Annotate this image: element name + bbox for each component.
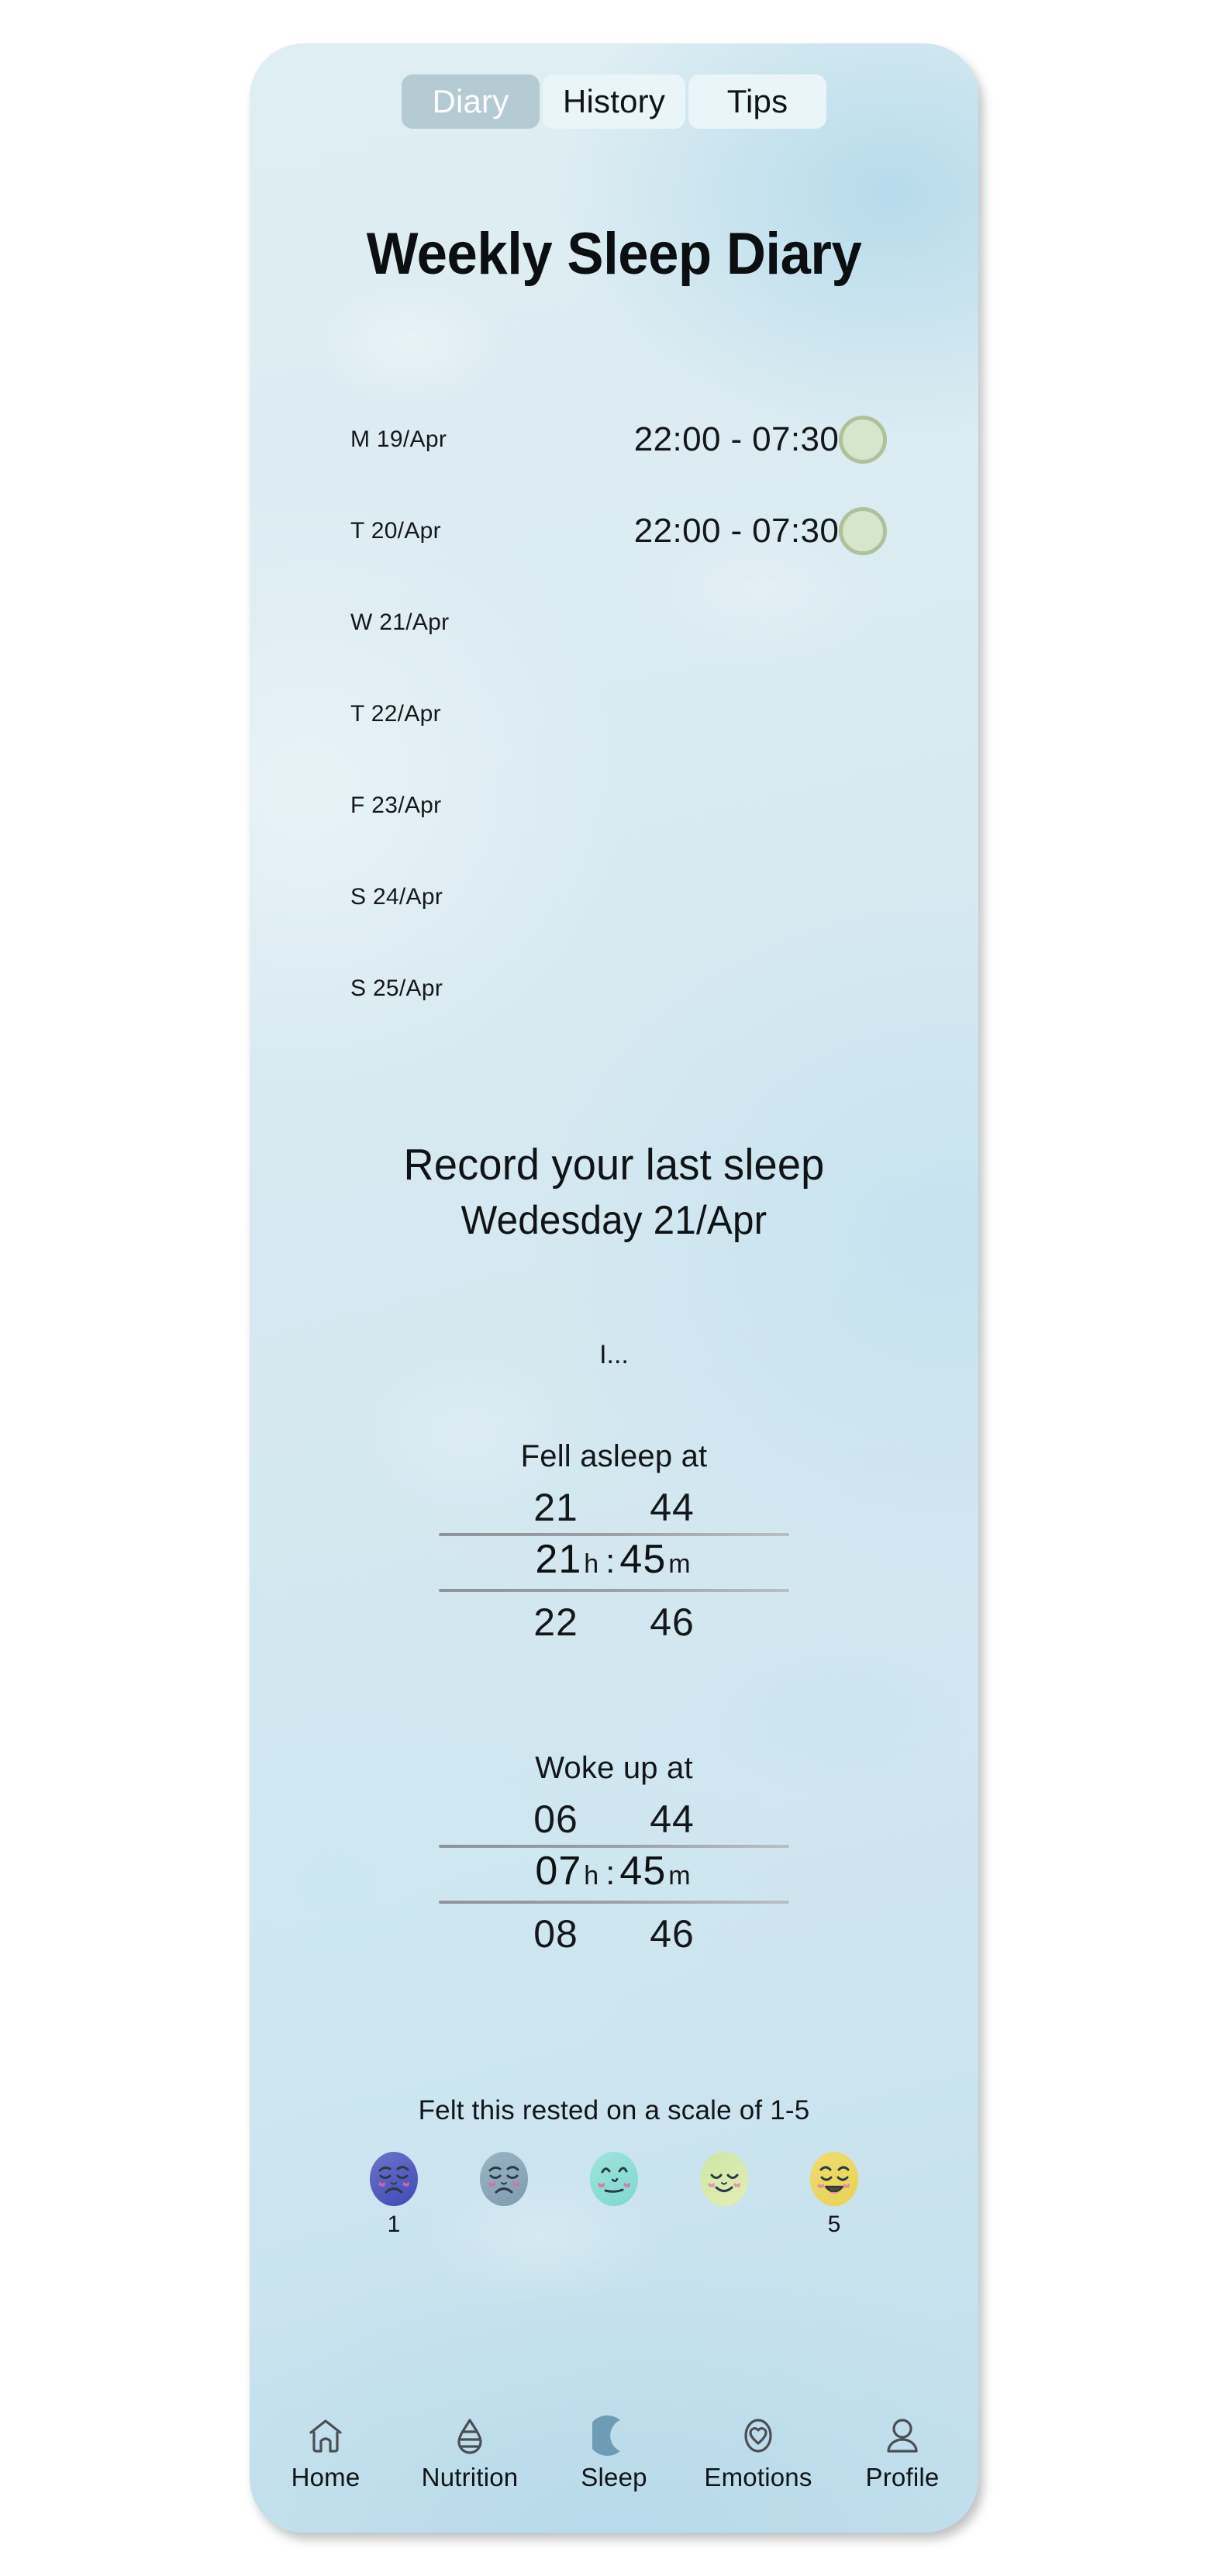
page-title: Weekly Sleep Diary	[366, 221, 862, 287]
week-row-range: 22:00 - 07:30	[633, 420, 840, 458]
record-date: Wedesday 21/Apr	[461, 1198, 768, 1243]
woke-up-next-hour[interactable]: 08	[498, 1911, 614, 1956]
record-note: I...	[599, 1340, 629, 1369]
droplet-icon[interactable]	[412, 2412, 528, 2460]
nav-item-home[interactable]: Home	[267, 2412, 384, 2492]
week-row[interactable]: F 23/Apr	[250, 760, 978, 851]
fell-asleep-prev-minute[interactable]: 44	[614, 1485, 730, 1530]
top-tab-bar: Diary History Tips	[250, 74, 978, 129]
rating-option-4[interactable]	[696, 2152, 752, 2238]
week-row[interactable]: W 21/Apr	[250, 577, 978, 668]
woke-up-minute-unit: m	[668, 1861, 691, 1891]
week-row-day: F 23/Apr	[350, 792, 442, 818]
week-row[interactable]: T 20/Apr 22:00 - 07:30	[250, 485, 978, 577]
fell-asleep-minute-unit: m	[668, 1549, 691, 1579]
tab-history[interactable]: History	[542, 74, 686, 129]
fell-asleep-next-hour[interactable]: 22	[498, 1600, 614, 1645]
heart-icon[interactable]	[700, 2412, 816, 2460]
woke-up-minute[interactable]: 45	[619, 1848, 666, 1894]
nav-item-label: Emotions	[704, 2463, 812, 2491]
phone-frame: Diary History Tips Weekly Sleep Diary M 19…	[250, 43, 978, 2533]
woke-up-separator: :	[605, 1854, 616, 1892]
rating-option-number: 1	[387, 2212, 401, 2237]
fell-asleep-prev-hour[interactable]: 21	[498, 1485, 614, 1530]
woke-up-picker: Woke up at 06 44 07 h : 45 m 08 46	[250, 1751, 978, 1956]
rating-option-2[interactable]	[476, 2152, 532, 2238]
woke-up-next-row[interactable]: 08 46	[439, 1904, 789, 1956]
woke-up-wheel[interactable]: 06 44 07 h : 45 m 08 46	[439, 1797, 789, 1956]
nav-item-label: Nutrition	[421, 2463, 519, 2491]
week-row-day: S 24/Apr	[350, 884, 443, 910]
woke-up-prev-minute[interactable]: 44	[614, 1797, 730, 1842]
week-row[interactable]: S 24/Apr	[250, 851, 978, 943]
record-section-header: Record your last sleep Wedesday 21/Apr	[250, 1143, 978, 1241]
fell-asleep-prev-row[interactable]: 21 44	[439, 1485, 789, 1533]
woke-up-hour-unit: h	[584, 1861, 599, 1891]
week-row-range: 22:00 - 07:30	[633, 512, 840, 550]
tab-diary[interactable]: Diary	[401, 74, 540, 129]
woke-up-selected-row[interactable]: 07 h : 45 m	[439, 1848, 789, 1901]
woke-up-hour[interactable]: 07	[535, 1848, 581, 1894]
record-heading: Record your last sleep	[403, 1140, 825, 1190]
fell-asleep-wheel[interactable]: 21 44 21 h : 45 m 22 46	[439, 1485, 789, 1644]
face-sad-icon[interactable]	[480, 2152, 528, 2206]
woke-up-next-minute[interactable]: 46	[614, 1911, 730, 1956]
fell-asleep-picker: Fell asleep at 21 44 21 h : 45 m 22 46	[250, 1439, 978, 1644]
woke-up-title: Woke up at	[535, 1751, 693, 1785]
rating-option-number: 5	[827, 2212, 841, 2237]
woke-up-prev-hour[interactable]: 06	[498, 1797, 614, 1842]
week-row-quality-dot[interactable]	[839, 507, 887, 555]
fell-asleep-minute[interactable]: 45	[619, 1536, 666, 1583]
week-row-day: T 20/Apr	[350, 518, 441, 544]
face-very-sad-icon[interactable]	[370, 2152, 418, 2206]
tab-tips[interactable]: Tips	[688, 74, 827, 129]
week-row-day: W 21/Apr	[350, 609, 450, 635]
woke-up-prev-row[interactable]: 06 44	[439, 1797, 789, 1845]
app-screen: Diary History Tips Weekly Sleep Diary M 19…	[250, 43, 978, 2533]
nav-item-profile[interactable]: Profile	[844, 2412, 961, 2492]
week-row[interactable]: M 19/Apr 22:00 - 07:30	[250, 394, 978, 485]
week-row-day: M 19/Apr	[350, 426, 447, 452]
fell-asleep-selected-row[interactable]: 21 h : 45 m	[439, 1536, 789, 1589]
nav-item-label: Profile	[865, 2463, 940, 2491]
week-row-quality-dot[interactable]	[839, 416, 887, 464]
rating-option-1[interactable]: 1	[366, 2152, 422, 2238]
rating-option-number	[696, 2212, 752, 2238]
week-list: M 19/Apr 22:00 - 07:30 T 20/Apr 22:00 - 07:…	[250, 394, 978, 1034]
rating-option-5[interactable]: 5	[806, 2152, 862, 2238]
rest-rating-label: Felt this rested on a scale of 1-5	[418, 2095, 810, 2125]
bottom-nav-bar: Home Nutrition Sleep Emotions Profile	[250, 2412, 978, 2492]
week-row[interactable]: T 22/Apr	[250, 668, 978, 760]
fell-asleep-next-row[interactable]: 22 46	[439, 1592, 789, 1644]
face-neutral-icon[interactable]	[590, 2152, 638, 2206]
nav-item-label: Home	[291, 2463, 360, 2491]
fell-asleep-next-minute[interactable]: 46	[614, 1600, 730, 1645]
nav-item-emotions[interactable]: Emotions	[700, 2412, 816, 2492]
face-content-icon[interactable]	[700, 2152, 748, 2206]
rest-rating-faces: 15	[250, 2152, 978, 2238]
week-row[interactable]: S 25/Apr	[250, 943, 978, 1034]
fell-asleep-hour-unit: h	[584, 1549, 599, 1579]
fell-asleep-hour[interactable]: 21	[535, 1536, 581, 1583]
nav-item-label: Sleep	[581, 2463, 647, 2491]
nav-item-nutrition[interactable]: Nutrition	[412, 2412, 528, 2492]
fell-asleep-title: Fell asleep at	[520, 1439, 708, 1473]
screenshot-root: Diary History Tips Weekly Sleep Diary M 19…	[0, 0, 1228, 2576]
face-happy-icon[interactable]	[810, 2152, 858, 2206]
moon-icon[interactable]	[556, 2412, 672, 2460]
house-icon[interactable]	[267, 2412, 384, 2460]
rating-option-number	[586, 2212, 642, 2238]
rest-rating-section: Felt this rested on a scale of 1-5 15	[250, 2095, 978, 2238]
person-icon[interactable]	[844, 2412, 961, 2460]
week-row-day: T 22/Apr	[350, 701, 441, 727]
nav-item-sleep[interactable]: Sleep	[556, 2412, 672, 2492]
rating-option-number	[476, 2212, 532, 2238]
week-row-day: S 25/Apr	[350, 975, 443, 1001]
rating-option-3[interactable]	[586, 2152, 642, 2238]
fell-asleep-separator: :	[605, 1542, 616, 1580]
